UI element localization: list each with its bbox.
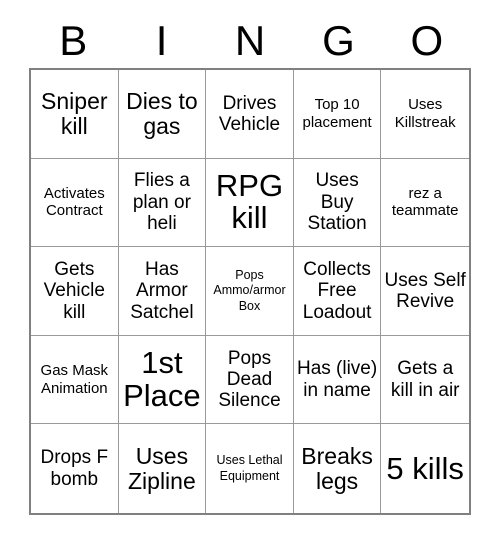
bingo-header-letter-o: O [410,17,444,64]
bingo-cell[interactable]: Drives Vehicle [206,70,294,159]
bingo-cell-label: Pops Dead Silence [218,347,281,412]
bingo-cell-label: Uses Self Revive [384,269,466,312]
bingo-cell[interactable]: 5 kills [381,424,469,513]
bingo-cell-label: Top 10 placement [302,96,372,131]
bingo-cell-label: Uses Zipline [128,442,196,494]
bingo-cell-label: 1st Place [123,345,201,413]
bingo-cell-label: Dies to gas [126,87,198,139]
bingo-cell-label: 5 kills [386,450,464,486]
bingo-cell-label: Uses Buy Station [307,170,367,235]
bingo-cell-label: Pops Ammo/armor Box [213,268,286,313]
bingo-cell[interactable]: Pops Ammo/armor Box [206,247,294,336]
bingo-cell[interactable]: Dies to gas [118,70,207,159]
bingo-header-letter-i: I [155,17,168,64]
bingo-cell[interactable]: Sniper kill [31,70,119,159]
bingo-header-row: BINGO [29,14,471,68]
bingo-cell[interactable]: Uses Self Revive [381,247,469,336]
bingo-header-letter-n: N [234,17,266,64]
bingo-cell[interactable]: Gas Mask Animation [31,335,119,425]
bingo-cell[interactable]: Gets a kill in air [381,335,469,425]
bingo-cell-label: Has Armor Satchel [130,259,194,323]
bingo-cell-label: Drops F bomb [40,447,109,490]
bingo-cell-label: Uses Killstreak [394,96,456,131]
bingo-cell[interactable]: RPG kill [206,158,294,248]
bingo-cell-label: Sniper kill [41,87,108,139]
bingo-cell[interactable]: Flies a plan or heli [118,158,207,248]
bingo-cell-label: Flies a plan or heli [132,170,191,235]
bingo-cell-label: Breaks legs [301,442,373,494]
bingo-grid: Sniper kill Dies to gas Drives Vehicle Top … [29,68,471,515]
bingo-cell[interactable]: rez a teammate [381,158,469,248]
bingo-cell[interactable]: Has (live) in name [293,335,382,425]
bingo-cell[interactable]: Breaks legs [293,424,382,513]
bingo-cell[interactable]: Drops F bomb [31,424,119,513]
bingo-header-letter-b: B [59,17,88,64]
bingo-cell-label: Gas Mask Animation [40,361,109,397]
bingo-cell[interactable]: Top 10 placement [293,70,382,159]
bingo-cell-label: rez a teammate [391,184,459,220]
bingo-cell[interactable]: Has Armor Satchel [118,247,207,336]
bingo-cell-label: Has (live) in name [296,358,378,401]
bingo-card: B I N G O Sniper kill Dies to gas Drives Vehic… [0,0,500,544]
bingo-cell[interactable]: Gets Vehicle kill [31,247,119,336]
bingo-cell-label: Drives Vehicle [218,92,281,135]
bingo-cell[interactable]: Uses Buy Station [293,158,382,248]
bingo-cell-label: Gets Vehicle kill [43,259,105,323]
bingo-cell[interactable]: Uses Zipline [118,424,207,513]
bingo-cell-label: Gets a kill in air [390,358,460,401]
bingo-cell[interactable]: Uses Lethal Equipment [206,424,294,513]
bingo-cell[interactable]: 1st Place [118,335,207,425]
bingo-cell[interactable]: Pops Dead Silence [206,335,294,425]
bingo-cell[interactable]: Collects Free Loadout [293,247,382,336]
bingo-cell-label: Activates Contract [43,184,105,220]
bingo-cell-label: RPG kill [215,168,284,236]
bingo-header-letter-g: G [322,17,355,64]
bingo-cell[interactable]: Uses Killstreak [381,70,469,159]
bingo-cell[interactable]: Activates Contract [31,158,119,248]
bingo-cell-label: Collects Free Loadout [302,259,372,323]
bingo-cell-label: Uses Lethal Equipment [216,453,283,483]
